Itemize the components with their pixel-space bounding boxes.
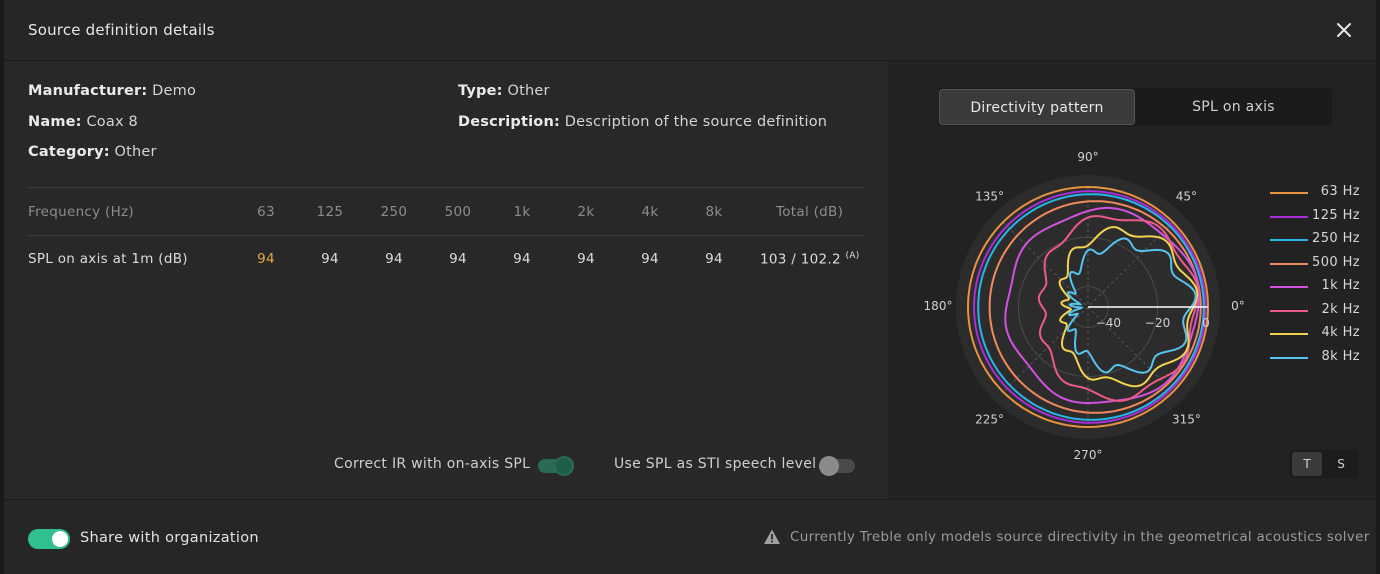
spl-value[interactable]: 94 bbox=[438, 251, 478, 267]
warning-icon bbox=[763, 528, 781, 546]
total-weighting: (A) bbox=[845, 250, 860, 261]
spl-value[interactable]: 94 bbox=[630, 251, 670, 267]
band-header: 250 bbox=[380, 203, 408, 220]
toggle-knob bbox=[52, 531, 68, 547]
legend-label: 125 Hz bbox=[1312, 207, 1360, 223]
legend-item[interactable]: 63 Hz bbox=[1270, 184, 1360, 201]
correct-ir-label: Correct IR with on-axis SPL bbox=[334, 456, 531, 472]
polar-plot: 90° 45° 0° 315° 270° 225° 180° 135° −40 −20 0 bbox=[924, 150, 1245, 462]
warning-text: Currently Treble only models source dire… bbox=[790, 529, 1370, 545]
toggle-knob bbox=[819, 456, 839, 476]
spl-value[interactable]: 94 bbox=[502, 251, 542, 267]
correct-ir-toggle[interactable] bbox=[538, 456, 574, 476]
s-button[interactable]: S bbox=[1326, 452, 1356, 476]
legend-item[interactable]: 1k Hz bbox=[1270, 278, 1360, 295]
total-value: 103 / 102.2 (A) bbox=[760, 251, 860, 268]
share-label: Share with organization bbox=[80, 530, 259, 546]
band-header: 500 bbox=[444, 203, 472, 220]
type-label: Type: bbox=[458, 83, 503, 99]
table-row: SPL on axis at 1m (dB) 94 94 94 94 94 94… bbox=[28, 236, 864, 282]
view-tabs: Directivity pattern SPL on axis bbox=[938, 88, 1332, 126]
band-header: 125 bbox=[316, 203, 344, 220]
toggle-knob bbox=[554, 456, 574, 476]
spl-table: Frequency (Hz) 63 125 250 500 1k 2k 4k 8… bbox=[28, 187, 864, 282]
dialog-footer: Share with organization Currently Treble… bbox=[4, 499, 1376, 574]
radial-label: 0 bbox=[1202, 316, 1210, 330]
name-value: Coax 8 bbox=[86, 114, 138, 130]
plot-mode-toggle: T S bbox=[1290, 450, 1358, 478]
tab-spl-on-axis[interactable]: SPL on axis bbox=[1136, 89, 1331, 125]
spl-value[interactable]: 94 bbox=[694, 251, 734, 267]
band-header: 1k bbox=[513, 203, 531, 220]
spl-value[interactable]: 94 bbox=[374, 251, 414, 267]
band-header: 4k bbox=[641, 203, 659, 220]
legend-label: 8k Hz bbox=[1321, 348, 1360, 364]
category-value: Other bbox=[114, 144, 157, 160]
legend-item[interactable]: 4k Hz bbox=[1270, 325, 1360, 342]
angle-label: 0° bbox=[1231, 299, 1245, 313]
type-field: Type: Other bbox=[458, 83, 550, 99]
angle-label: 90° bbox=[1077, 150, 1098, 164]
legend-item[interactable]: 8k Hz bbox=[1270, 348, 1360, 366]
manufacturer-label: Manufacturer: bbox=[28, 83, 148, 99]
details-panel: Manufacturer: Demo Name: Coax 8 Category… bbox=[4, 61, 888, 499]
frequency-header: Frequency (Hz) bbox=[28, 203, 135, 220]
sti-toggle[interactable] bbox=[819, 456, 855, 476]
legend-item[interactable]: 2k Hz bbox=[1270, 301, 1360, 319]
source-definition-dialog: Source definition details Manufacturer: … bbox=[4, 0, 1376, 574]
radial-label: −40 bbox=[1096, 316, 1121, 330]
description-field: Description: Description of the source d… bbox=[458, 114, 827, 130]
table-header: Frequency (Hz) 63 125 250 500 1k 2k 4k 8… bbox=[28, 187, 864, 236]
legend-item[interactable]: 250 Hz bbox=[1270, 231, 1360, 248]
directivity-panel: Directivity pattern SPL on axis 90° 45° 0°… bbox=[888, 61, 1376, 499]
band-header: 63 bbox=[257, 203, 275, 220]
legend-label: 1k Hz bbox=[1321, 278, 1360, 293]
name-label: Name: bbox=[28, 114, 82, 130]
angle-label: 45° bbox=[1176, 190, 1197, 204]
tab-directivity-pattern[interactable]: Directivity pattern bbox=[939, 89, 1135, 125]
type-value: Other bbox=[507, 83, 550, 99]
legend-label: 500 Hz bbox=[1312, 254, 1360, 270]
sti-label: Use SPL as STI speech level bbox=[614, 456, 817, 472]
t-button[interactable]: T bbox=[1292, 452, 1322, 476]
angle-label: 180° bbox=[924, 299, 953, 313]
legend-label: 4k Hz bbox=[1321, 325, 1360, 340]
band-header: 2k bbox=[577, 203, 595, 220]
radial-label: −20 bbox=[1145, 316, 1170, 330]
category-field: Category: Other bbox=[28, 144, 157, 160]
spl-value[interactable]: 94 bbox=[246, 251, 286, 267]
spl-value[interactable]: 94 bbox=[566, 251, 606, 267]
angle-label: 270° bbox=[1074, 448, 1103, 462]
manufacturer-field: Manufacturer: Demo bbox=[28, 83, 196, 99]
row-label: SPL on axis at 1m (dB) bbox=[28, 251, 188, 267]
legend-item[interactable]: 125 Hz bbox=[1270, 207, 1360, 225]
description-label: Description: bbox=[458, 114, 560, 130]
legend-label: 250 Hz bbox=[1312, 231, 1360, 246]
angle-label: 225° bbox=[975, 412, 1004, 426]
legend-label: 2k Hz bbox=[1321, 301, 1360, 317]
manufacturer-value: Demo bbox=[152, 83, 197, 99]
band-header: 8k bbox=[705, 203, 723, 220]
description-value: Description of the source definition bbox=[564, 114, 828, 130]
angle-label: 135° bbox=[975, 190, 1004, 204]
legend-item[interactable]: 500 Hz bbox=[1270, 254, 1360, 272]
spl-value[interactable]: 94 bbox=[310, 251, 350, 267]
total-number: 103 / 102.2 bbox=[760, 251, 841, 268]
dialog-title: Source definition details bbox=[28, 21, 215, 39]
total-header: Total (dB) bbox=[776, 203, 844, 220]
angle-label: 315° bbox=[1172, 412, 1201, 426]
legend-label: 63 Hz bbox=[1320, 184, 1360, 199]
close-icon[interactable] bbox=[1332, 18, 1356, 42]
name-field: Name: Coax 8 bbox=[28, 114, 138, 130]
dialog-header: Source definition details bbox=[4, 0, 1376, 61]
share-toggle[interactable] bbox=[28, 529, 70, 549]
category-label: Category: bbox=[28, 144, 110, 160]
